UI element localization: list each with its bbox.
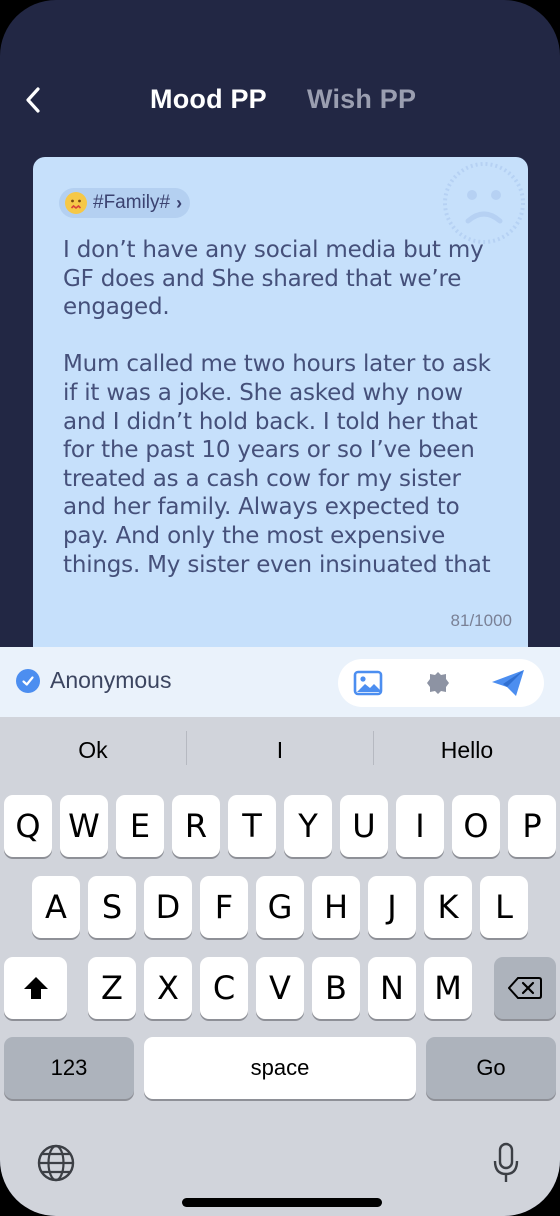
key-k[interactable]: K: [424, 876, 472, 938]
image-icon: [353, 670, 383, 696]
space-key[interactable]: space: [144, 1037, 416, 1099]
suggestion-bar: Ok I Hello: [0, 717, 560, 789]
tab-mood-pp[interactable]: Mood PP: [150, 84, 267, 115]
checkmark-icon: [16, 668, 40, 693]
key-s[interactable]: S: [88, 876, 136, 938]
key-g[interactable]: G: [256, 876, 304, 938]
upset-face-icon: [65, 192, 87, 214]
microphone-icon: [493, 1142, 519, 1182]
tab-bar: Mood PP Wish PP: [0, 84, 560, 124]
sticker-button[interactable]: [410, 659, 466, 707]
character-counter: 81/1000: [450, 611, 512, 630]
key-f[interactable]: F: [200, 876, 248, 938]
key-c[interactable]: C: [200, 957, 248, 1019]
key-b[interactable]: B: [312, 957, 360, 1019]
globe-icon: [37, 1144, 75, 1182]
image-button[interactable]: [340, 659, 396, 707]
app-screen: Mood PP Wish PP #Family# › I don’t have …: [0, 0, 560, 1216]
numbers-key[interactable]: 123: [4, 1037, 134, 1099]
badge-icon: [427, 672, 449, 694]
shift-icon: [23, 977, 48, 999]
post-text-area[interactable]: I don’t have any social media but my GF …: [63, 236, 513, 584]
action-buttons-group: [338, 659, 544, 707]
key-r[interactable]: R: [172, 795, 220, 857]
key-t[interactable]: T: [228, 795, 276, 857]
backspace-key[interactable]: [494, 957, 556, 1019]
topic-tag[interactable]: #Family# ›: [59, 188, 191, 218]
key-h[interactable]: H: [312, 876, 360, 938]
composer-toolbar: Anonymous: [0, 647, 560, 717]
key-u[interactable]: U: [340, 795, 388, 857]
key-z[interactable]: Z: [88, 957, 136, 1019]
key-d[interactable]: D: [144, 876, 192, 938]
topic-tag-label: #Family#: [93, 192, 171, 213]
keyboard: Ok I Hello Q W E R T Y U I O P A S D F G…: [0, 717, 560, 1216]
backspace-icon: [508, 977, 542, 999]
key-l[interactable]: L: [480, 876, 528, 938]
shift-key[interactable]: [4, 957, 67, 1019]
key-v[interactable]: V: [256, 957, 304, 1019]
send-icon: [492, 670, 524, 696]
key-n[interactable]: N: [368, 957, 416, 1019]
suggestion-3[interactable]: Hello: [374, 737, 560, 764]
key-w[interactable]: W: [60, 795, 108, 857]
send-button[interactable]: [480, 659, 536, 707]
key-y[interactable]: Y: [284, 795, 332, 857]
key-j[interactable]: J: [368, 876, 416, 938]
post-editor-card: #Family# › I don’t have any social media…: [33, 157, 528, 677]
key-m[interactable]: M: [424, 957, 472, 1019]
home-indicator: [182, 1198, 382, 1207]
tab-wish-pp[interactable]: Wish PP: [307, 84, 416, 115]
key-p[interactable]: P: [508, 795, 556, 857]
anonymous-toggle[interactable]: Anonymous: [16, 667, 171, 694]
globe-button[interactable]: [34, 1141, 78, 1185]
key-x[interactable]: X: [144, 957, 192, 1019]
key-q[interactable]: Q: [4, 795, 52, 857]
chevron-right-icon: ›: [176, 192, 183, 213]
anonymous-label: Anonymous: [50, 667, 172, 693]
key-a[interactable]: A: [32, 876, 80, 938]
suggestion-2[interactable]: I: [187, 737, 373, 764]
go-key[interactable]: Go: [426, 1037, 556, 1099]
key-e[interactable]: E: [116, 795, 164, 857]
key-o[interactable]: O: [452, 795, 500, 857]
suggestion-1[interactable]: Ok: [0, 737, 186, 764]
key-i[interactable]: I: [396, 795, 444, 857]
microphone-button[interactable]: [486, 1139, 526, 1187]
